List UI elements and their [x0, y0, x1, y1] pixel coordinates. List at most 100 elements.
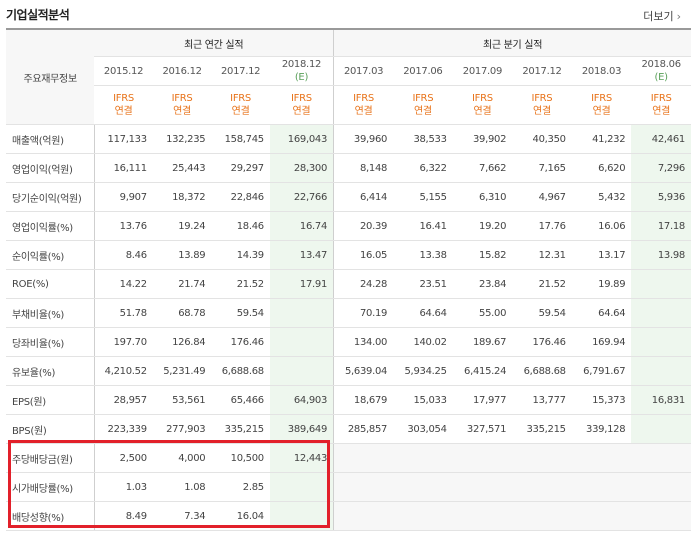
value-cell: 21.52: [512, 269, 572, 299]
ifrs-consolidated-header: IFRS 연결: [94, 85, 153, 125]
period-label: 2016.12: [162, 65, 202, 77]
table-row: EPS(원) 28,957 53,561 65,466 64,903 18,679 15,0…: [6, 385, 691, 415]
value-cell: 13.98: [631, 240, 691, 270]
value-cell: [631, 356, 691, 386]
table-row: 시가배당률(%) 1.03 1.08 2.85: [6, 472, 691, 502]
value-cell: [512, 501, 572, 531]
table-row: 매출액(억원) 117,133 132,235 158,745 169,043 39,96…: [6, 124, 691, 154]
ifrs-label: IFRS: [591, 93, 612, 104]
value-cell: 64.64: [393, 298, 453, 328]
ifrs-label: IFRS: [291, 93, 312, 104]
period-header: 2015.12: [94, 56, 153, 86]
period-label: 2018.06: [641, 59, 682, 70]
value-cell: 13.89: [152, 240, 212, 270]
value-cell: 7,662: [452, 153, 513, 183]
value-cell: 17.18: [631, 211, 691, 241]
value-cell: 18,679: [333, 385, 394, 415]
table-row: BPS(원) 223,339 277,903 335,215 389,649 285,85…: [6, 414, 691, 444]
value-cell: 158,745: [211, 124, 270, 154]
value-cell: 15,373: [571, 385, 632, 415]
value-cell: 176.46: [512, 327, 572, 357]
period-label: 2018.12: [281, 59, 322, 70]
value-cell: 14.22: [94, 269, 153, 299]
ifrs-label: IFRS: [650, 93, 672, 104]
value-cell: 65,466: [211, 385, 270, 415]
table-row: 당기순이익(억원) 9,907 18,372 22,846 22,766 6,414 5,1…: [6, 182, 691, 212]
value-cell: [631, 472, 691, 502]
value-cell: 7,165: [512, 153, 572, 183]
ifrs-label: IFRS: [472, 93, 493, 104]
value-cell: 117,133: [94, 124, 153, 154]
value-cell: 126.84: [152, 327, 212, 357]
value-cell: 6,310: [452, 182, 513, 212]
value-cell: [631, 269, 691, 299]
ifrs-consolidated-header: IFRS 연결: [211, 85, 270, 125]
ifrs-label: IFRS: [230, 93, 251, 104]
value-cell: 6,688.68: [211, 356, 270, 386]
value-cell: 6,791.67: [571, 356, 632, 386]
value-cell: 19.20: [452, 211, 513, 241]
value-cell: 197.70: [94, 327, 153, 357]
value-cell: 8.49: [94, 501, 153, 531]
value-cell: 28,957: [94, 385, 153, 415]
row-label: 부채비율(%): [6, 298, 95, 328]
value-cell: 55.00: [452, 298, 513, 328]
value-cell: 16,111: [94, 153, 153, 183]
value-cell: [269, 472, 334, 502]
value-cell: 39,960: [333, 124, 394, 154]
consolidated-label: 연결: [533, 106, 551, 117]
value-cell: [571, 443, 632, 473]
period-label: 2017.12: [220, 65, 261, 77]
row-label: 시가배당률(%): [6, 472, 95, 502]
value-cell: 5,934.25: [393, 356, 453, 386]
row-label: 영업이익(억원): [6, 153, 95, 183]
value-cell: 389,649: [269, 414, 334, 444]
value-cell: [571, 501, 632, 531]
consolidated-label: 연결: [114, 106, 133, 117]
value-cell: 39,902: [452, 124, 513, 154]
consolidated-label: 연결: [354, 106, 373, 117]
estimate-marker: (E): [294, 72, 309, 83]
period-label: 2017.06: [403, 65, 443, 77]
ifrs-consolidated-header: IFRS 연결: [393, 85, 453, 125]
value-cell: 134.00: [333, 327, 394, 357]
row-label: 당좌비율(%): [6, 327, 95, 357]
table-row: 당좌비율(%) 197.70 126.84 176.46 134.00 140.02 189…: [6, 327, 691, 357]
financial-table: 주요재무정보 최근 연간 실적 최근 분기 실적 2015.12 2016.12 2…: [6, 28, 691, 531]
consolidated-label: 연결: [652, 106, 671, 117]
value-cell: 2.85: [211, 472, 270, 502]
row-label: 순이익률(%): [6, 240, 95, 270]
value-cell: [333, 501, 394, 531]
value-cell: [269, 501, 334, 531]
table-row: 영업이익률(%) 13.76 19.24 18.46 16.74 20.39 16.41 19…: [6, 211, 691, 241]
value-cell: 59.54: [211, 298, 270, 328]
value-cell: 7.34: [152, 501, 212, 531]
value-cell: 13.38: [393, 240, 453, 270]
row-label: EPS(원): [6, 385, 95, 415]
more-link[interactable]: 더보기 ›: [643, 8, 681, 24]
estimate-marker: (E): [654, 72, 669, 83]
value-cell: [631, 501, 691, 531]
value-cell: 14.39: [211, 240, 270, 270]
value-cell: 15,033: [393, 385, 453, 415]
value-cell: [631, 443, 691, 473]
value-cell: 4,000: [152, 443, 212, 473]
value-cell: 6,620: [571, 153, 632, 183]
value-cell: 17,977: [452, 385, 513, 415]
value-cell: 140.02: [393, 327, 453, 357]
value-cell: 4,967: [512, 182, 572, 212]
value-cell: [452, 501, 513, 531]
value-cell: 13.76: [94, 211, 153, 241]
period-label: 2017.09: [462, 65, 503, 77]
value-cell: [452, 443, 513, 473]
value-cell: 132,235: [152, 124, 212, 154]
value-cell: 53,561: [152, 385, 212, 415]
row-label: 유보율(%): [6, 356, 95, 386]
value-cell: [269, 327, 334, 357]
value-cell: 15.82: [452, 240, 513, 270]
value-cell: 51.78: [94, 298, 153, 328]
period-label: 2015.12: [103, 65, 144, 77]
table-row: 주당배당금(원) 2,500 4,000 10,500 12,443: [6, 443, 691, 473]
quarter-group-header: 최근 분기 실적: [333, 28, 691, 57]
value-cell: [512, 443, 572, 473]
